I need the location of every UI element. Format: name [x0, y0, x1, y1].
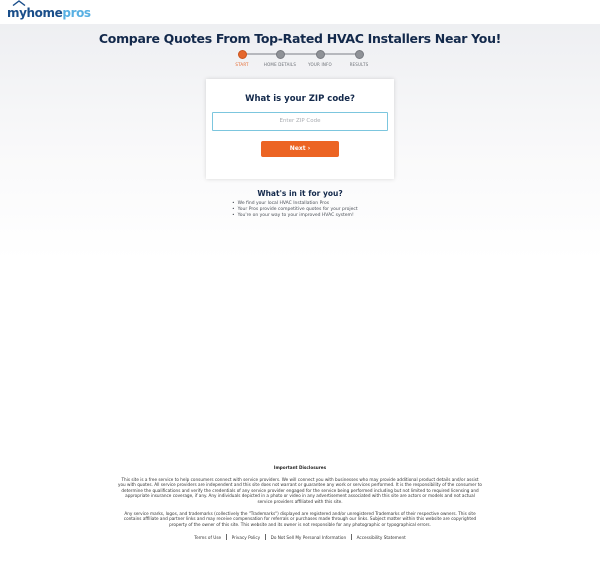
accessibility-statement-link[interactable]: Accessibility Statement	[352, 535, 411, 540]
step-dot	[237, 50, 247, 59]
step-label: RESULTS	[349, 62, 369, 67]
step-label: YOUR INFO	[308, 62, 332, 67]
site-header: my home pros	[0, 0, 600, 24]
disclosure-paragraph: This site is a free service to help cons…	[118, 477, 482, 504]
terms-of-use-link[interactable]: Terms of Use	[189, 535, 226, 540]
step-start: START	[222, 50, 262, 67]
logo-home: home	[26, 6, 63, 20]
trademark-paragraph: Any service marks, logos, and trademarks…	[123, 511, 477, 527]
step-dot	[354, 50, 364, 59]
myhomepros-logo[interactable]: my home pros	[7, 0, 91, 20]
do-not-sell-link[interactable]: Do Not Sell My Personal Information	[266, 535, 351, 540]
privacy-policy-link[interactable]: Privacy Policy	[227, 535, 266, 540]
step-dot	[275, 50, 285, 59]
disclosures-title: Important Disclosures	[273, 465, 327, 470]
zip-question: What is your ZIP code?	[245, 94, 355, 104]
step-label: START	[235, 62, 249, 67]
benefit-item: You're on your way to your improved HVAC…	[232, 213, 358, 219]
step-your-info: YOUR INFO	[300, 50, 340, 67]
house-roof-icon	[12, 0, 26, 6]
footer-links: Terms of Use Privacy Policy Do Not Sell …	[0, 534, 600, 540]
page-headline: Compare Quotes From Top-Rated HVAC Insta…	[98, 31, 502, 46]
benefits-title: What's in it for you?	[257, 189, 343, 198]
benefits-list: We find your local HVAC Installation Pro…	[232, 201, 358, 220]
zip-input[interactable]	[212, 112, 388, 131]
step-results: RESULTS	[339, 50, 379, 67]
step-label: HOME DETAILS	[263, 62, 297, 67]
logo-my: my	[7, 6, 27, 20]
logo-pros: pros	[62, 6, 91, 20]
zip-form-card: What is your ZIP code? Next ›	[206, 79, 394, 179]
step-home-details: HOME DETAILS	[260, 50, 300, 67]
step-dot	[315, 50, 325, 59]
next-button[interactable]: Next ›	[261, 141, 339, 157]
progress-steps: START HOME DETAILS YOUR INFO RESULTS	[228, 50, 376, 70]
